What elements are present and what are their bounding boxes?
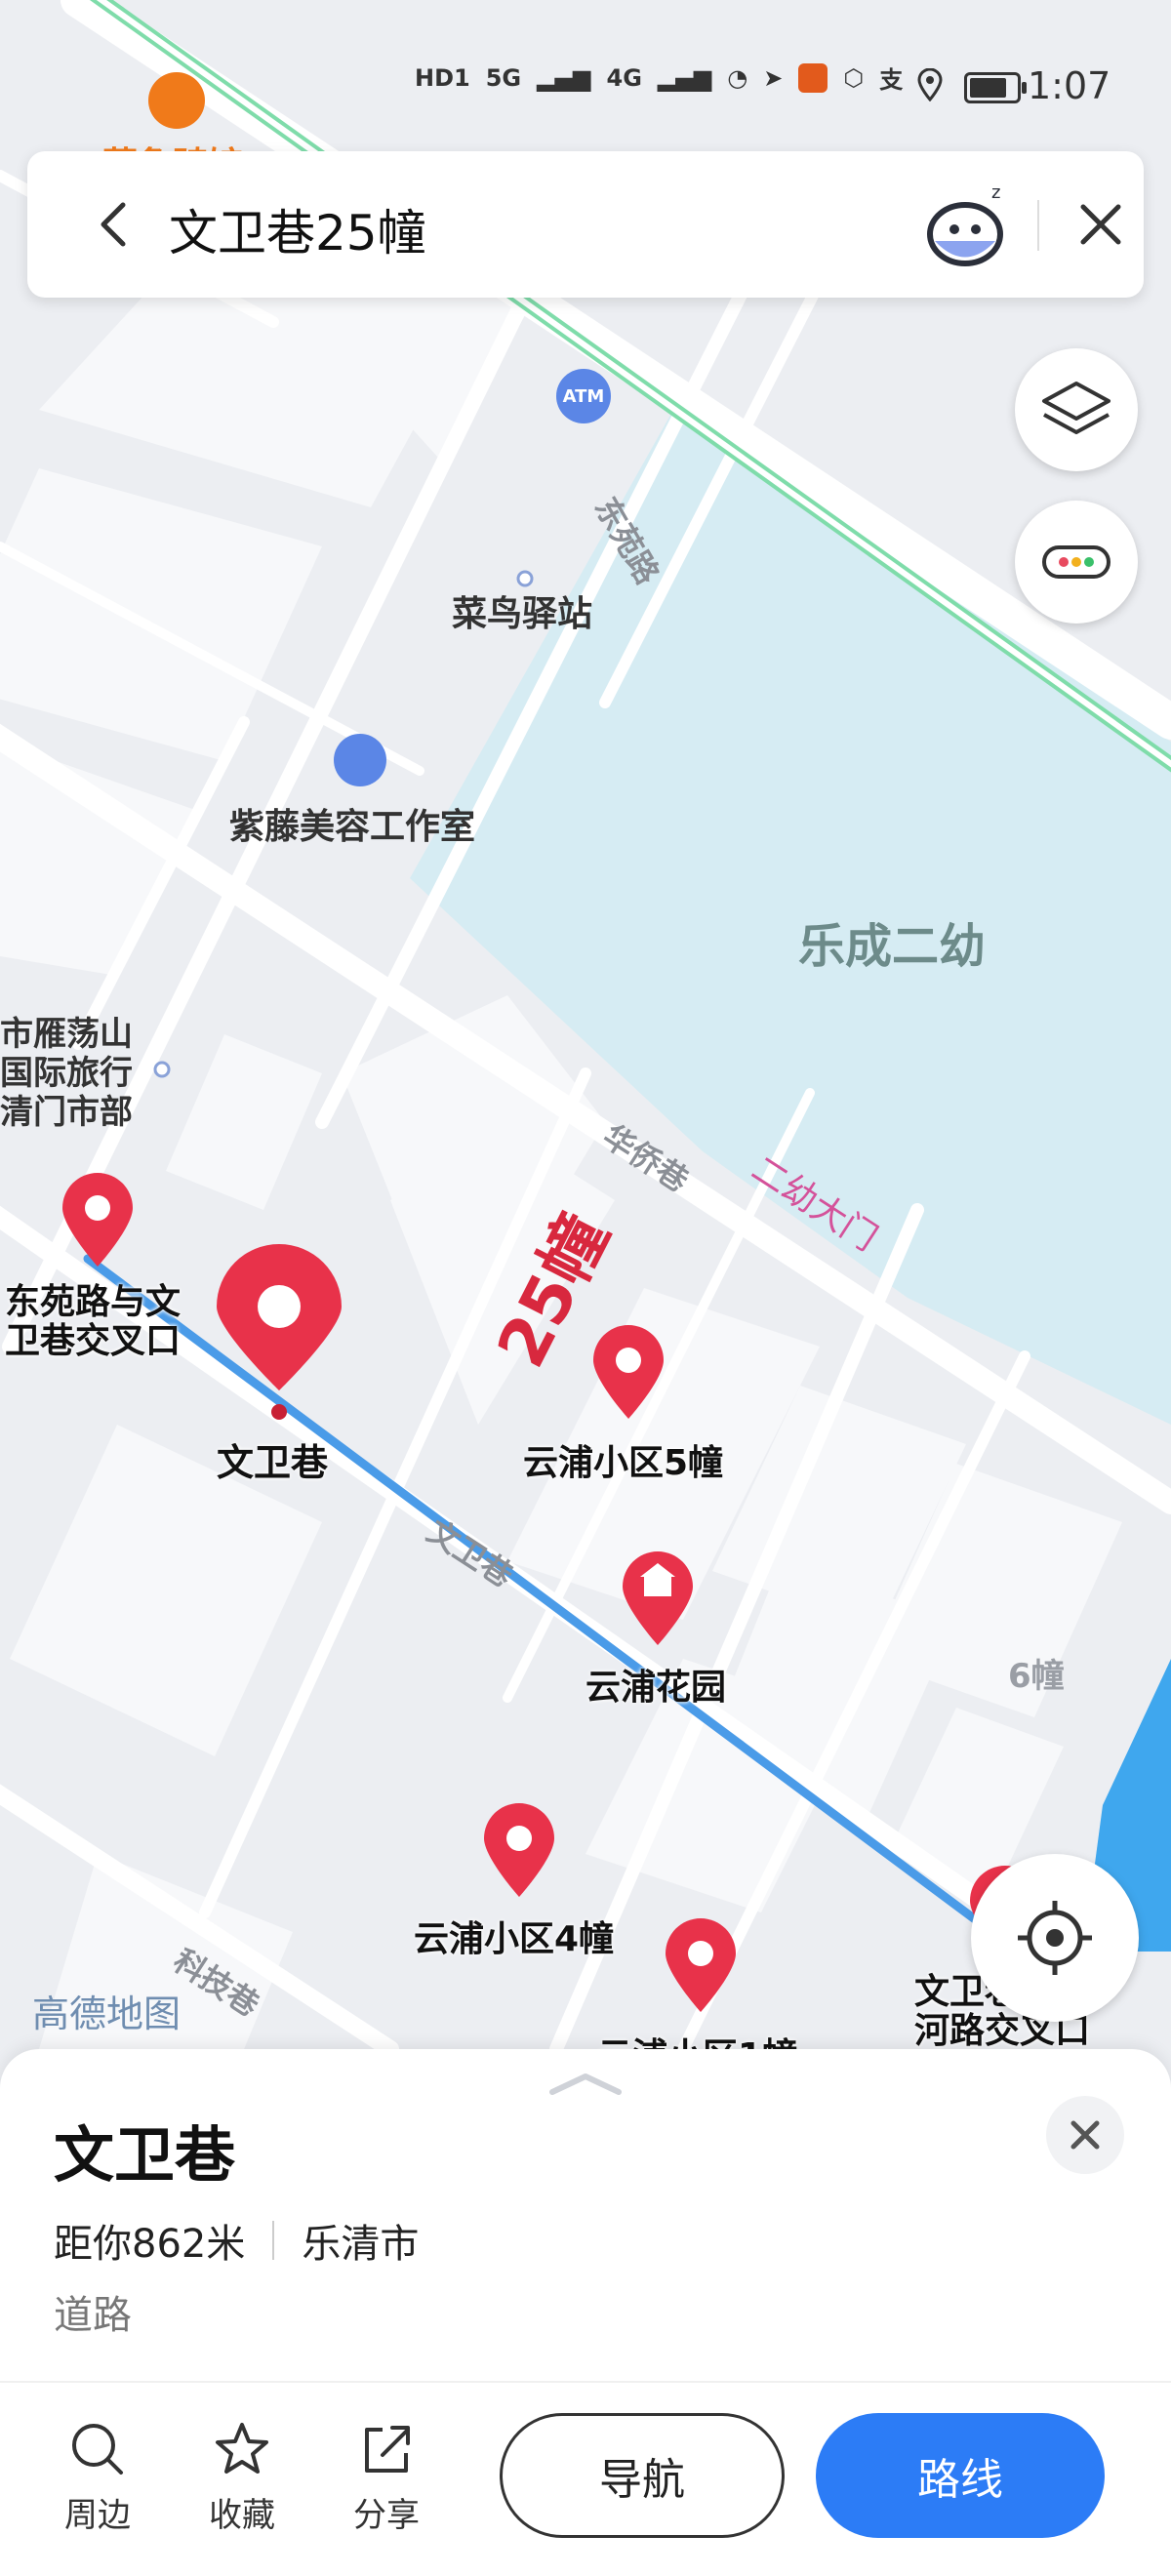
intersection-1-line-1: 东苑路与文 (5, 1282, 182, 1322)
map-canvas[interactable] (0, 0, 1171, 2049)
yunpu-5-label[interactable]: 云浦小区5幢 (523, 1434, 723, 1485)
travel-agency-line-1: 市雁荡山 (0, 1015, 133, 1054)
search-query[interactable]: 文卫巷25幢 (169, 194, 426, 264)
intersection-1-label[interactable]: 东苑路与文 卫巷交叉口 (5, 1283, 181, 1361)
place-meta: 距你862米 乐清市 (54, 2212, 419, 2269)
status-bar: HD1 5G ▂▄▆ 4G ▂▄▆ ◔ ➤ ⬡ 支 1:07 (0, 0, 1171, 107)
share-icon (365, 2426, 410, 2473)
nearby-label: 周边 (64, 2496, 131, 2535)
5g-label: 5G (485, 63, 522, 92)
battery-icon (964, 72, 1027, 103)
share-label: 分享 (353, 2496, 420, 2535)
location-icon (917, 68, 943, 101)
building-6-label[interactable]: 6幢 (1008, 1649, 1065, 1697)
panel-close-button[interactable] (1046, 2096, 1124, 2174)
more-tools-button[interactable] (1015, 501, 1138, 624)
panel-divider (0, 2381, 1171, 2383)
pin-marker-yunpu-4[interactable] (480, 1803, 558, 1901)
pin-marker-yunpu-garden[interactable] (619, 1551, 697, 1649)
search-icon (72, 2424, 123, 2475)
clock: 1:07 (1028, 64, 1111, 107)
share-button[interactable]: 分享 (328, 2420, 445, 2537)
hd1-label: HD1 (415, 63, 470, 92)
locate-me-button[interactable] (971, 1854, 1139, 2022)
kindergarten-label[interactable]: 乐成二幼 (798, 907, 986, 976)
4g-label: 4G (606, 63, 642, 92)
layers-icon (1042, 382, 1110, 434)
search-bar[interactable]: 文卫巷25幢 z (27, 151, 1144, 298)
pin-marker-intersection-1[interactable] (59, 1173, 137, 1270)
back-icon[interactable] (86, 195, 144, 254)
restaurant-poi-icon[interactable] (148, 72, 205, 129)
selected-pin-marker[interactable] (213, 1244, 345, 1420)
travel-agency-line-3: 清门市部 (0, 1093, 133, 1132)
navigate-button[interactable]: 导航 (500, 2413, 785, 2538)
app-icon (798, 62, 828, 93)
distance-text: 距你862米 (54, 2222, 246, 2267)
pin-marker-yunpu-5[interactable] (589, 1325, 667, 1423)
beauty-salon-icon[interactable] (334, 734, 386, 786)
meta-divider (272, 2221, 275, 2260)
alipay-icon: 支 (879, 66, 904, 94)
assistant-icon[interactable]: z (923, 181, 1011, 273)
pin-marker-yunpu-1[interactable] (662, 1918, 740, 2016)
chevron-up-icon[interactable] (546, 2069, 625, 2098)
selected-pin-label[interactable]: 文卫巷 (217, 1432, 328, 1486)
amap-watermark: 高德地图 (32, 1992, 182, 2035)
cainiao-label[interactable]: 菜鸟驿站 (452, 585, 592, 636)
search-divider (1037, 200, 1039, 251)
yunpu-garden-label[interactable]: 云浦花园 (586, 1659, 726, 1710)
city-text: 乐清市 (302, 2222, 420, 2267)
wifi-icon: ◔ (727, 63, 748, 92)
signal-icon: ▂▄▆ (537, 63, 591, 92)
locate-icon (1018, 1901, 1092, 1975)
telegram-icon: ➤ (763, 63, 784, 92)
yunpu-1-label[interactable]: 云浦小区1幢 (597, 2028, 797, 2049)
shield-icon: ⬡ (843, 63, 865, 92)
close-icon[interactable] (1071, 195, 1130, 254)
close-icon (1070, 2120, 1100, 2150)
travel-agency-label[interactable]: 市雁荡山 国际旅行 清门市部 (0, 1015, 133, 1132)
favorite-button[interactable]: 收藏 (183, 2420, 301, 2537)
signal-icon: ▂▄▆ (657, 63, 712, 92)
favorite-label: 收藏 (209, 2496, 275, 2535)
travel-agency-line-2: 国际旅行 (0, 1054, 133, 1093)
route-button[interactable]: 路线 (816, 2413, 1105, 2538)
beauty-salon-label[interactable]: 紫藤美容工作室 (229, 798, 475, 849)
atm-icon[interactable]: ATM (556, 369, 611, 423)
more-tools-icon (1042, 545, 1110, 579)
nearby-button[interactable]: 周边 (39, 2420, 156, 2537)
place-detail-panel[interactable]: 文卫巷 距你862米 乐清市 道路 周边 收藏 分享 导航 路线 (0, 2049, 1171, 2576)
layers-button[interactable] (1015, 348, 1138, 471)
yunpu-4-label[interactable]: 云浦小区4幢 (414, 1911, 614, 1961)
star-icon (216, 2423, 268, 2474)
svg-text:z: z (991, 182, 1000, 203)
place-title: 文卫巷 (54, 2119, 236, 2191)
map-view[interactable]: 菜鲁骑馆 ATM 东苑路 菜鸟驿站 紫藤美容工作室 乐成二幼 华侨巷 二幼大门 … (0, 0, 1171, 2049)
network-indicators: HD1 5G ▂▄▆ 4G ▂▄▆ ◔ ➤ ⬡ 支 (415, 60, 903, 95)
intersection-1-line-2: 卫巷交叉口 (5, 1321, 182, 1361)
place-type: 道路 (54, 2293, 132, 2338)
